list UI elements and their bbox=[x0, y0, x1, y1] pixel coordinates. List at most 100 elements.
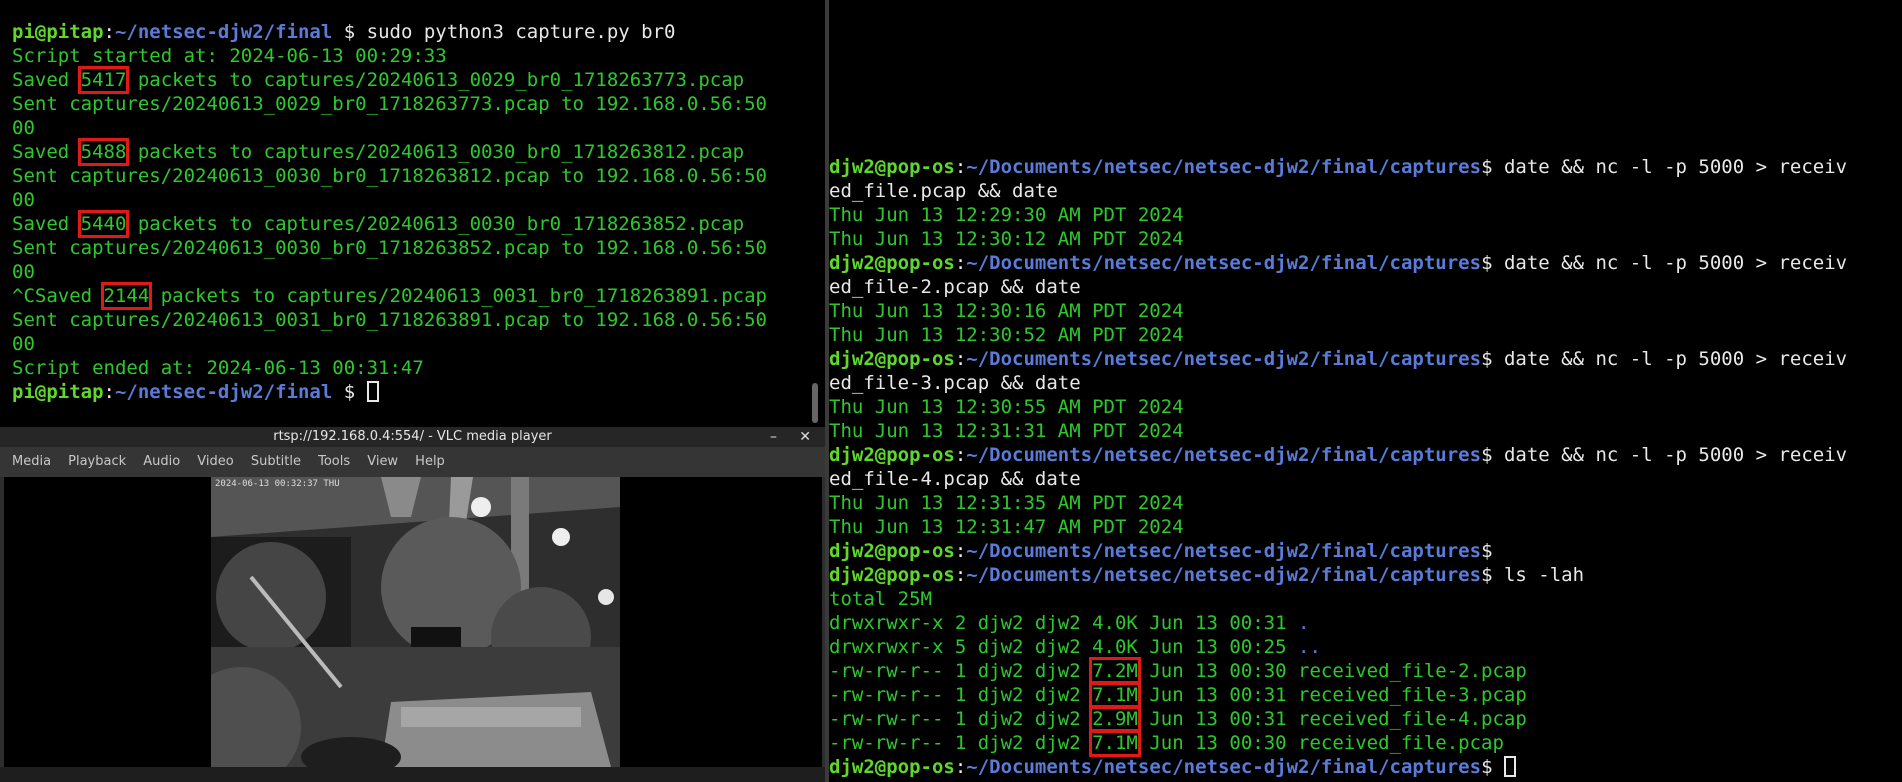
terminal-text: date && nc -l -p 5000 > receiv bbox=[1503, 252, 1848, 274]
terminal-text: : bbox=[103, 21, 115, 43]
terminal-text: Script started at: 2024-06-13 00:29:33 bbox=[12, 45, 447, 67]
menu-subtitle[interactable]: Subtitle bbox=[251, 447, 301, 477]
terminal-text: $ bbox=[1481, 756, 1504, 778]
terminal-text: ~/netsec-djw2/final bbox=[114, 21, 333, 43]
highlighted-value: 5417 bbox=[77, 66, 130, 94]
terminal-text: djw2@pop-os bbox=[829, 156, 955, 178]
terminal-text: djw2@pop-os bbox=[829, 756, 955, 778]
menu-video[interactable]: Video bbox=[197, 447, 233, 477]
menu-tools[interactable]: Tools bbox=[318, 447, 350, 477]
highlighted-value: 5488 bbox=[77, 138, 130, 166]
terminal-text: Thu Jun 13 12:31:35 AM PDT 2024 bbox=[829, 492, 1184, 514]
terminal-line: 00 bbox=[12, 188, 825, 212]
terminal-line: Thu Jun 13 12:31:47 AM PDT 2024 bbox=[829, 515, 1902, 539]
terminal-text: ~/Documents/netsec/netsec-djw2/final/cap… bbox=[966, 348, 1482, 370]
terminal-line: Script ended at: 2024-06-13 00:31:47 bbox=[12, 356, 825, 380]
terminal-text: ^CSaved bbox=[12, 285, 104, 307]
terminal-text: $ bbox=[1481, 564, 1504, 586]
menu-audio[interactable]: Audio bbox=[143, 447, 180, 477]
terminal-line: ed_file-2.pcap && date bbox=[829, 275, 1902, 299]
terminal-text: ed_file.pcap && date bbox=[829, 180, 1058, 202]
menu-playback[interactable]: Playback bbox=[68, 447, 126, 477]
terminal-text: 00 bbox=[12, 117, 35, 139]
terminal-line: djw2@pop-os:~/Documents/netsec/netsec-dj… bbox=[829, 155, 1902, 179]
terminal-text: Thu Jun 13 12:31:31 AM PDT 2024 bbox=[829, 420, 1184, 442]
terminal-text: drwxrwxr-x 2 djw2 djw2 4.0K Jun 13 00:31 bbox=[829, 612, 1298, 634]
terminal-line: djw2@pop-os:~/Documents/netsec/netsec-dj… bbox=[829, 755, 1902, 779]
terminal-line: -rw-rw-r-- 1 djw2 djw2 2.9M Jun 13 00:31… bbox=[829, 705, 1902, 733]
terminal-line: ^CSaved 2144 packets to captures/2024061… bbox=[12, 282, 825, 310]
terminal-text: Jun 13 00:30 received_file.pcap bbox=[1137, 732, 1504, 754]
terminal-text: $ bbox=[1481, 540, 1493, 562]
terminal-text: Thu Jun 13 12:30:12 AM PDT 2024 bbox=[829, 228, 1184, 250]
terminal-text: 00 bbox=[12, 189, 35, 211]
terminal-text: djw2@pop-os bbox=[829, 348, 955, 370]
terminal-text: Sent captures/20240613_0030_br0_17182638… bbox=[12, 237, 767, 259]
menu-help[interactable]: Help bbox=[415, 447, 445, 477]
terminal-text: Sent captures/20240613_0029_br0_17182637… bbox=[12, 93, 767, 115]
terminal-line: Thu Jun 13 12:31:35 AM PDT 2024 bbox=[829, 491, 1902, 515]
terminal-text: $ bbox=[332, 381, 367, 403]
terminal-text: packets to captures/20240613_0029_br0_17… bbox=[126, 69, 745, 91]
terminal-text: Script ended at: 2024-06-13 00:31:47 bbox=[12, 357, 424, 379]
terminal-text: ed_file-3.pcap && date bbox=[829, 372, 1081, 394]
left-terminal[interactable]: pi@pitap:~/netsec-djw2/final $ sudo pyth… bbox=[0, 0, 825, 427]
terminal-text: ~/Documents/netsec/netsec-djw2/final/cap… bbox=[966, 444, 1482, 466]
terminal-line: Thu Jun 13 12:30:16 AM PDT 2024 bbox=[829, 299, 1902, 323]
terminal-text: date && nc -l -p 5000 > receiv bbox=[1503, 348, 1848, 370]
terminal-line: drwxrwxr-x 5 djw2 djw2 4.0K Jun 13 00:25… bbox=[829, 635, 1902, 659]
camera-feed: 2024-06-13 00:32:37 THU bbox=[211, 477, 620, 767]
highlighted-value: 7.1M bbox=[1089, 729, 1141, 757]
video-area[interactable]: 2024-06-13 00:32:37 THU bbox=[4, 477, 822, 767]
terminal-text: ~/netsec-djw2/final bbox=[114, 381, 333, 403]
terminal-text: Jun 13 00:31 received_file-4.pcap bbox=[1137, 708, 1527, 730]
terminal-text: Sent captures/20240613_0031_br0_17182638… bbox=[12, 309, 767, 331]
terminal-text: . bbox=[1298, 612, 1310, 634]
menu-view[interactable]: View bbox=[367, 447, 398, 477]
terminal-text: $ bbox=[1481, 156, 1504, 178]
terminal-text: djw2@pop-os bbox=[829, 252, 955, 274]
terminal-line: djw2@pop-os:~/Documents/netsec/netsec-dj… bbox=[829, 563, 1902, 587]
terminal-cursor bbox=[1503, 756, 1516, 777]
terminal-line: Thu Jun 13 12:30:55 AM PDT 2024 bbox=[829, 395, 1902, 419]
terminal-line: pi@pitap:~/netsec-djw2/final $ bbox=[12, 380, 825, 404]
terminal-line: Saved 5488 packets to captures/20240613_… bbox=[12, 138, 825, 166]
terminal-line: Thu Jun 13 12:30:52 AM PDT 2024 bbox=[829, 323, 1902, 347]
terminal-line: ed_file-4.pcap && date bbox=[829, 467, 1902, 491]
right-terminal[interactable]: djw2@pop-os:~/Documents/netsec/netsec-dj… bbox=[829, 0, 1902, 782]
terminal-line: djw2@pop-os:~/Documents/netsec/netsec-dj… bbox=[829, 251, 1902, 275]
terminal-text: packets to captures/20240613_0031_br0_17… bbox=[149, 285, 767, 307]
left-terminal-scrollbar[interactable] bbox=[812, 383, 818, 423]
terminal-text: date && nc -l -p 5000 > receiv bbox=[1503, 444, 1848, 466]
terminal-text: 00 bbox=[12, 333, 35, 355]
terminal-text: total 25M bbox=[829, 588, 932, 610]
terminal-text: Thu Jun 13 12:30:16 AM PDT 2024 bbox=[829, 300, 1184, 322]
terminal-text: djw2@pop-os bbox=[829, 444, 955, 466]
terminal-text: pi@pitap bbox=[12, 21, 104, 43]
highlighted-value: 2144 bbox=[100, 282, 153, 310]
terminal-text: ~/Documents/netsec/netsec-djw2/final/cap… bbox=[966, 540, 1482, 562]
terminal-text: : bbox=[954, 444, 967, 466]
terminal-text: ~/Documents/netsec/netsec-djw2/final/cap… bbox=[966, 756, 1482, 778]
minimize-button[interactable]: – bbox=[770, 427, 777, 447]
terminal-line: Sent captures/20240613_0030_br0_17182638… bbox=[12, 164, 825, 188]
vlc-title-bar[interactable]: rtsp://192.168.0.4:554/ - VLC media play… bbox=[0, 427, 825, 447]
terminal-line: Thu Jun 13 12:31:31 AM PDT 2024 bbox=[829, 419, 1902, 443]
menu-media[interactable]: Media bbox=[12, 447, 51, 477]
terminal-line: djw2@pop-os:~/Documents/netsec/netsec-dj… bbox=[829, 539, 1902, 563]
terminal-line: total 25M bbox=[829, 587, 1902, 611]
vlc-menu-bar: Media Playback Audio Video Subtitle Tool… bbox=[0, 447, 825, 477]
vlc-window: rtsp://192.168.0.4:554/ - VLC media play… bbox=[0, 427, 825, 782]
close-button[interactable]: ✕ bbox=[799, 427, 811, 447]
terminal-line: Sent captures/20240613_0030_br0_17182638… bbox=[12, 236, 825, 260]
terminal-text: : bbox=[954, 156, 967, 178]
terminal-text: $ bbox=[1481, 252, 1504, 274]
camera-scene-image bbox=[211, 477, 620, 767]
terminal-text: : bbox=[954, 348, 967, 370]
terminal-text: -rw-rw-r-- 1 djw2 djw2 bbox=[829, 660, 1093, 682]
terminal-text: $ bbox=[1481, 444, 1504, 466]
terminal-text: Jun 13 00:30 received_file-2.pcap bbox=[1137, 660, 1527, 682]
terminal-text: -rw-rw-r-- 1 djw2 djw2 bbox=[829, 708, 1093, 730]
terminal-text: sudo python3 capture.py br0 bbox=[366, 21, 676, 43]
terminal-text: -rw-rw-r-- 1 djw2 djw2 bbox=[829, 732, 1093, 754]
